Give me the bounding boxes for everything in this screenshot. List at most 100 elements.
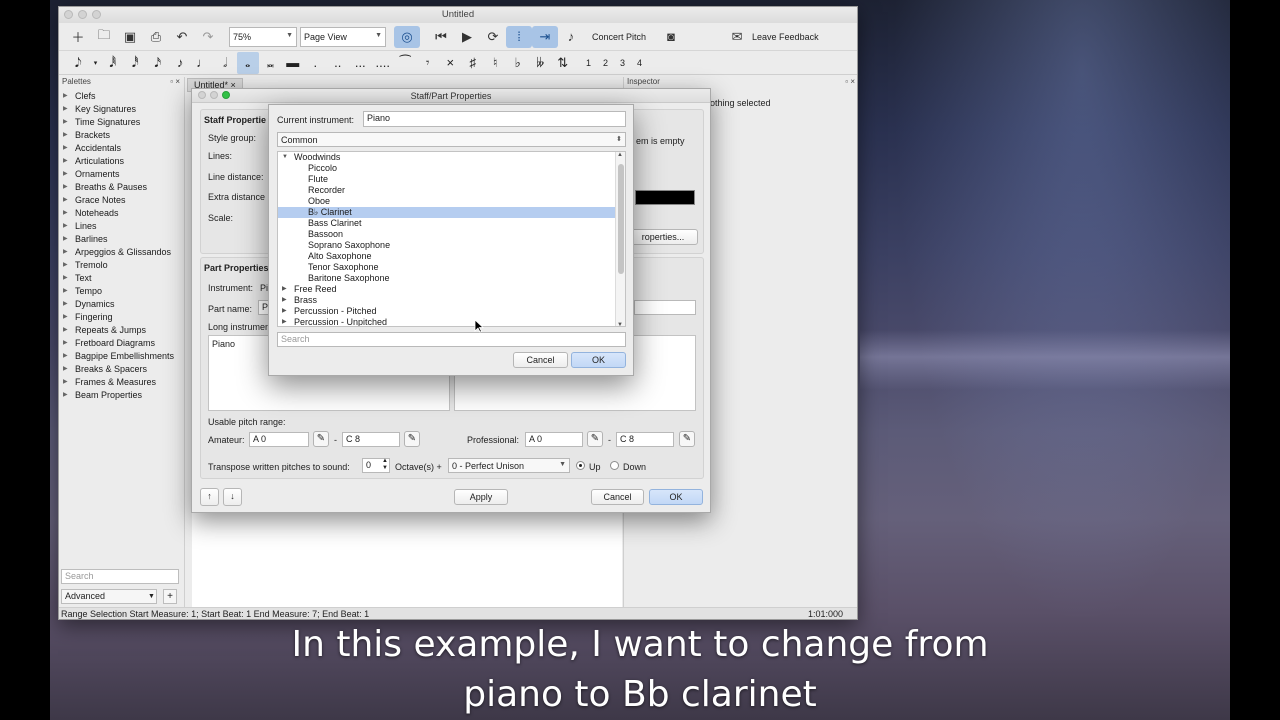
expand-triangle-icon[interactable]: ▶: [63, 183, 75, 190]
palette-item[interactable]: ▶ Grace Notes: [59, 193, 184, 206]
palette-item[interactable]: ▶ Fretboard Diagrams: [59, 336, 184, 349]
redo-icon[interactable]: ↷: [195, 26, 221, 48]
note-input-mode-icon[interactable]: 𝅘𝅥𝅮: [67, 52, 90, 74]
expand-triangle-icon[interactable]: ▶: [63, 196, 75, 203]
professional-low-field[interactable]: A 0: [525, 432, 583, 447]
tree-instrument-row[interactable]: Alto Saxophone: [278, 251, 625, 262]
palette-item[interactable]: ▶ Tempo: [59, 284, 184, 297]
palette-item[interactable]: ▶ Key Signatures: [59, 102, 184, 115]
staff-color-swatch[interactable]: [635, 190, 695, 205]
triple-dot-icon[interactable]: ...: [349, 52, 372, 74]
expand-triangle-icon[interactable]: ▶: [63, 209, 75, 216]
palette-item[interactable]: ▶ Fingering: [59, 310, 184, 323]
octaves-spinbox[interactable]: 0 ▲ ▼: [362, 458, 390, 473]
instrument-search-input[interactable]: Search: [277, 332, 626, 347]
next-staff-button[interactable]: ↓: [223, 488, 242, 506]
natural-icon[interactable]: ♮: [484, 52, 507, 74]
expand-triangle-icon[interactable]: ▶: [63, 131, 75, 138]
tree-instrument-row[interactable]: B♭ Clarinet: [278, 207, 625, 218]
palette-item[interactable]: ▶ Frames & Measures: [59, 375, 184, 388]
double-flat-icon[interactable]: 𝄫: [529, 52, 552, 74]
palette-item[interactable]: ▶ Beam Properties: [59, 388, 184, 401]
palette-item[interactable]: ▶ Bagpipe Embellishments: [59, 349, 184, 362]
expand-triangle-icon[interactable]: ▶: [63, 339, 75, 346]
duration-whole-icon[interactable]: 𝅝: [236, 51, 259, 74]
expand-triangle-icon[interactable]: ▶: [63, 118, 75, 125]
tree-group-row[interactable]: ▶ Percussion - Unpitched: [278, 317, 625, 326]
play-icon[interactable]: ▶: [454, 26, 480, 48]
expand-triangle-icon[interactable]: ▶: [63, 352, 75, 359]
save-icon[interactable]: ▣: [117, 26, 143, 48]
expand-triangle-icon[interactable]: ▶: [63, 300, 75, 307]
tree-instrument-row[interactable]: Bass Clarinet: [278, 218, 625, 229]
workspace-select[interactable]: Advanced ▼: [61, 589, 157, 604]
tree-group-row[interactable]: ▼ Woodwinds: [278, 152, 625, 163]
minimize-dialog-button[interactable]: [210, 91, 218, 99]
amateur-low-field[interactable]: A 0: [249, 432, 309, 447]
expand-triangle-icon[interactable]: ▶: [63, 261, 75, 268]
expand-triangle-icon[interactable]: ▶: [63, 248, 75, 255]
palette-item[interactable]: ▶ Ornaments: [59, 167, 184, 180]
instrument-tree[interactable]: ▼ Woodwinds Piccolo Flute Recorder Oboe B♭ Cla…: [277, 151, 626, 327]
expand-triangle-icon[interactable]: ▶: [63, 157, 75, 164]
close-window-button[interactable]: [64, 10, 73, 19]
quadruple-dot-icon[interactable]: ....: [372, 52, 395, 74]
cancel-button[interactable]: Cancel: [591, 489, 644, 505]
expand-triangle-icon[interactable]: ▶: [63, 105, 75, 112]
interval-select[interactable]: 0 - Perfect Unison ▼: [448, 458, 570, 473]
expand-triangle-icon[interactable]: ▶: [63, 287, 75, 294]
palette-item[interactable]: ▶ Articulations: [59, 154, 184, 167]
zoom-dialog-button[interactable]: [222, 91, 230, 99]
short-name-field[interactable]: [634, 300, 696, 315]
palette-item[interactable]: ▶ Repeats & Jumps: [59, 323, 184, 336]
palette-item[interactable]: ▶ Accidentals: [59, 141, 184, 154]
palette-item[interactable]: ▶ Brackets: [59, 128, 184, 141]
undo-icon[interactable]: ↶: [169, 26, 195, 48]
apply-button[interactable]: Apply: [454, 489, 508, 505]
palette-item[interactable]: ▶ Arpeggios & Glissandos: [59, 245, 184, 258]
expand-triangle-icon[interactable]: ▶: [63, 378, 75, 385]
tree-group-row[interactable]: ▶ Brass: [278, 295, 625, 306]
loop-icon[interactable]: ⟳: [480, 26, 506, 48]
tree-instrument-row[interactable]: Soprano Saxophone: [278, 240, 625, 251]
palette-item[interactable]: ▶ Text: [59, 271, 184, 284]
flat-icon[interactable]: ♭: [507, 52, 530, 74]
tree-instrument-row[interactable]: Oboe: [278, 196, 625, 207]
close-dialog-button[interactable]: [198, 91, 206, 99]
new-score-icon[interactable]: ＋: [65, 26, 91, 48]
palette-search-input[interactable]: Search: [61, 569, 179, 584]
minimize-window-button[interactable]: [78, 10, 87, 19]
play-repeats-icon[interactable]: ⁞: [506, 25, 532, 48]
duration-eighth-icon[interactable]: ♪: [169, 52, 192, 74]
spinner-arrows-icon[interactable]: ▲ ▼: [382, 458, 388, 472]
duration-breve-icon[interactable]: 𝅜: [259, 52, 282, 74]
voice-3-button[interactable]: 3: [614, 52, 631, 74]
expand-triangle-icon[interactable]: ▶: [63, 144, 75, 151]
previous-staff-button[interactable]: ↑: [200, 488, 219, 506]
palette-item[interactable]: ▶ Tremolo: [59, 258, 184, 271]
tie-icon[interactable]: ⁀: [394, 52, 417, 74]
toggle-natural-icon[interactable]: ×: [439, 52, 462, 74]
tree-instrument-row[interactable]: Tenor Saxophone: [278, 262, 625, 273]
expand-triangle-icon[interactable]: ▶: [63, 326, 75, 333]
augmentation-dot-icon[interactable]: .: [304, 52, 327, 74]
chevron-down-icon[interactable]: ▾: [90, 52, 102, 74]
amateur-high-field[interactable]: C 8: [342, 432, 400, 447]
more-properties-button[interactable]: roperties...: [628, 229, 698, 245]
transpose-up-radio[interactable]: [576, 461, 585, 470]
sharp-icon[interactable]: ♯: [462, 52, 485, 74]
chooser-ok-button[interactable]: OK: [571, 352, 626, 368]
palette-item[interactable]: ▶ Breaths & Pauses: [59, 180, 184, 193]
duration-half-icon[interactable]: 𝅗𝅥: [214, 52, 237, 74]
expand-triangle-icon[interactable]: ▶: [63, 92, 75, 99]
expand-triangle-icon[interactable]: ▶: [282, 306, 287, 317]
tree-instrument-row[interactable]: Recorder: [278, 185, 625, 196]
flip-direction-icon[interactable]: ⇅: [552, 52, 575, 74]
palette-item[interactable]: ▶ Lines: [59, 219, 184, 232]
tree-instrument-row[interactable]: Piccolo: [278, 163, 625, 174]
duration-quarter-icon[interactable]: ♩: [192, 52, 215, 74]
tree-scrollbar[interactable]: ▲ ▼: [615, 152, 625, 326]
expand-triangle-icon[interactable]: ▶: [63, 235, 75, 242]
duration-32nd-icon[interactable]: 𝅘𝅥𝅰: [124, 52, 147, 74]
ok-button[interactable]: OK: [649, 489, 703, 505]
